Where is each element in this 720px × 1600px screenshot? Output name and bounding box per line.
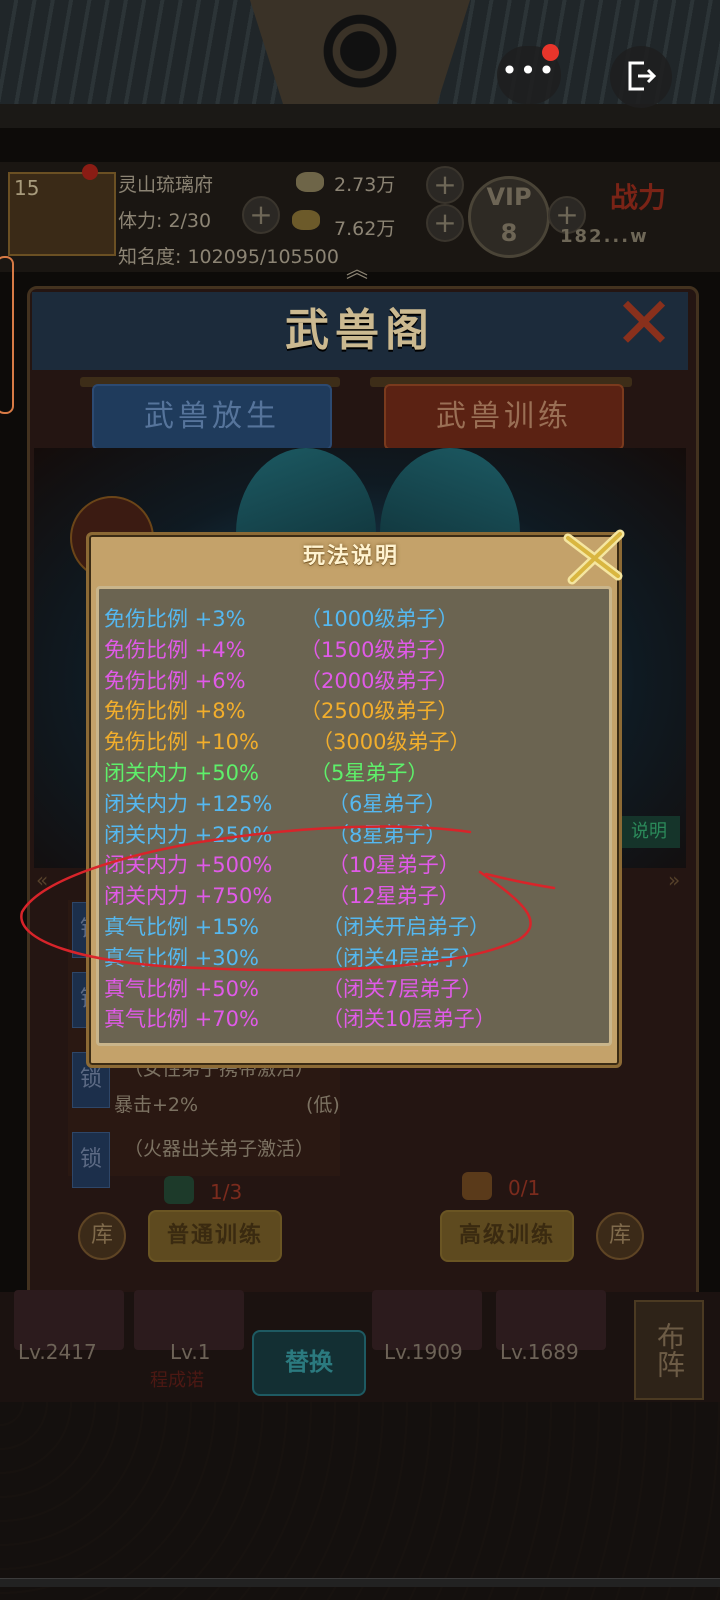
exit-icon xyxy=(628,61,657,91)
rule-effect: 闭关内力 +500% xyxy=(104,853,273,878)
rule-effect: 真气比例 +15% xyxy=(104,915,259,939)
normal-training-button[interactable]: 普通训练 xyxy=(148,1210,282,1262)
rules-dialog-title: 玩法说明 xyxy=(302,544,399,569)
panel-close-icon[interactable]: ✕ xyxy=(612,287,676,360)
hero-level-3: Lv.1909 xyxy=(384,1340,463,1364)
tab-beast-training[interactable]: 武兽训练 xyxy=(384,384,624,450)
rule-condition: （2000级弟子） xyxy=(300,668,459,693)
training-herb-icon xyxy=(164,1176,194,1204)
treasure-chest-icon xyxy=(462,1172,492,1200)
advanced-training-button[interactable]: 高级训练 xyxy=(440,1210,574,1262)
collapse-chevron-icon[interactable]: ︽ xyxy=(346,252,368,284)
power-value: 182...w xyxy=(560,226,649,247)
rule-condition: （闭关4层弟子） xyxy=(322,945,483,970)
rule-condition: （6星弟子） xyxy=(328,791,447,816)
power-label: 战力 xyxy=(610,181,667,214)
cloud-emblem-icon xyxy=(300,6,420,88)
gold-coin-icon xyxy=(292,210,320,230)
advanced-training-count: 0/1 xyxy=(508,1176,541,1200)
rule-effect: 真气比例 +50% xyxy=(104,976,259,1001)
scroll-left-icon[interactable]: « xyxy=(36,868,48,892)
rule-effect: 免伤比例 +3% xyxy=(104,607,246,631)
storage-button-right[interactable]: 库 xyxy=(596,1212,644,1260)
gold-amount: 7.62万 xyxy=(334,218,396,240)
dialog-close-icon[interactable] xyxy=(560,526,630,588)
rule-effect: 免伤比例 +8% xyxy=(104,699,246,724)
avatar-notification-dot xyxy=(82,164,98,180)
floor-pattern xyxy=(0,1402,720,1600)
player-stamina: 体力: 2/30 xyxy=(118,210,212,232)
rule-effect: 免伤比例 +4% xyxy=(104,637,246,662)
rule-effect: 闭关内力 +250% xyxy=(104,822,273,847)
normal-training-count: 1/3 xyxy=(210,1180,243,1204)
rule-condition: （10星弟子） xyxy=(328,853,460,878)
rule-condition: （12星弟子） xyxy=(328,884,460,909)
rule-condition: （2500级弟子） xyxy=(300,699,459,724)
explain-tag[interactable]: 说明 xyxy=(618,816,680,848)
storage-button-left[interactable]: 库 xyxy=(78,1212,126,1260)
hero-level-2: Lv.1 xyxy=(170,1340,211,1364)
silver-amount: 2.73万 xyxy=(334,174,396,196)
rule-condition: （1000级弟子） xyxy=(300,607,459,631)
rule-effect: 免伤比例 +10% xyxy=(104,730,259,755)
rule-condition: （闭关开启弟子） xyxy=(322,915,490,939)
player-level: 15 xyxy=(14,176,40,200)
bottom-edge xyxy=(0,1578,720,1587)
rule-effect: 真气比例 +30% xyxy=(104,945,259,970)
roof-band xyxy=(0,104,720,128)
silver-ingot-icon xyxy=(296,172,324,192)
tab-beast-release[interactable]: 武兽放生 xyxy=(92,384,332,450)
rule-effect: 真气比例 +70% xyxy=(104,1007,259,1032)
rule-effect: 闭关内力 +125% xyxy=(104,791,273,816)
lock-3-effect: 暴击+2% xyxy=(114,1094,199,1116)
rule-effect: 闭关内力 +750% xyxy=(104,884,273,909)
hero-level-4: Lv.1689 xyxy=(500,1340,579,1364)
rule-condition: （5星弟子） xyxy=(310,761,429,785)
lock-4-condition: （火器出关弟子激活） xyxy=(124,1138,315,1160)
notification-dot xyxy=(542,44,559,61)
vip-badge[interactable]: VIP 8 xyxy=(468,176,550,258)
player-fame: 知名度: 102095/105500 xyxy=(118,246,339,268)
hero-name-2: 程成诺 xyxy=(150,1370,204,1391)
add-stamina-button[interactable]: + xyxy=(242,196,280,234)
scroll-right-icon[interactable]: » xyxy=(668,868,680,892)
rule-condition: （1500级弟子） xyxy=(300,637,459,662)
rule-condition: （8星弟子） xyxy=(328,822,447,847)
swap-button[interactable]: 替换 xyxy=(252,1330,366,1396)
lock-slot-4[interactable]: 锁 xyxy=(72,1132,110,1188)
rule-condition: （闭关7层弟子） xyxy=(322,976,483,1001)
rule-condition: （3000级弟子） xyxy=(312,730,471,755)
formation-button[interactable]: 布阵 xyxy=(634,1300,704,1400)
add-silver-button[interactable]: + xyxy=(426,166,464,204)
rule-condition: （闭关10层弟子） xyxy=(322,1007,496,1032)
hero-level-1: Lv.2417 xyxy=(18,1340,97,1364)
rule-effect: 闭关内力 +50% xyxy=(104,761,259,785)
player-name: 灵山琉璃府 xyxy=(118,174,214,196)
add-gold-button[interactable]: + xyxy=(426,204,464,242)
exit-button[interactable] xyxy=(610,46,672,108)
rule-effect: 免伤比例 +6% xyxy=(104,668,246,693)
lock-3-grade: (低) xyxy=(306,1094,340,1116)
